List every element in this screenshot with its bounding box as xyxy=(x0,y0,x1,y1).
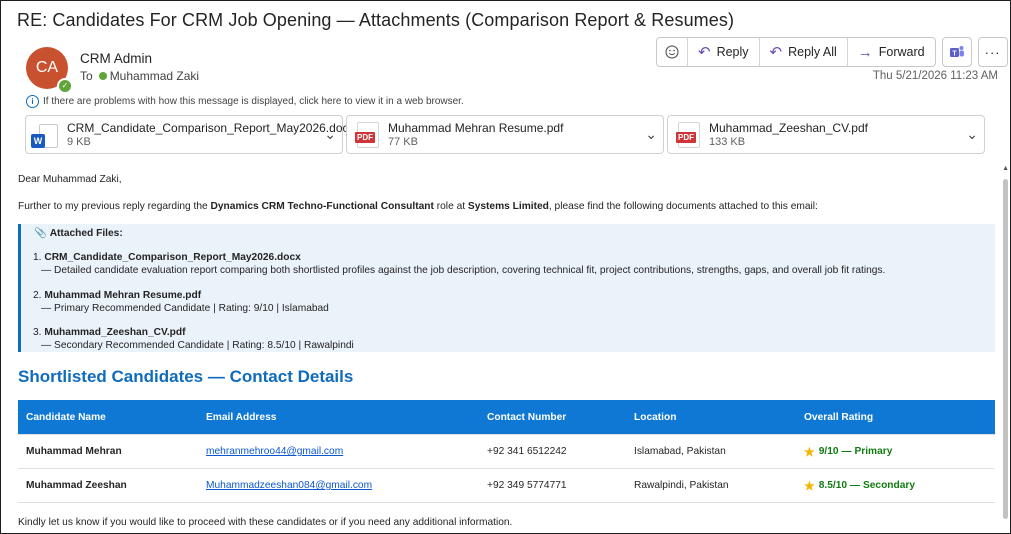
vertical-scrollbar[interactable] xyxy=(1003,179,1008,519)
more-icon: ··· xyxy=(984,44,1001,60)
reply-all-icon: ↶ xyxy=(769,43,783,61)
closing-paragraph: Kindly let us know if you would like to … xyxy=(18,517,513,528)
table-row: Muhammad Zeeshan Muhammadzeeshan084@gmai… xyxy=(18,468,995,503)
rating-cell: ★ 9/10 — Primary xyxy=(796,434,995,469)
info-icon: i xyxy=(26,95,39,108)
recipient-name[interactable]: Muhammad Zaki xyxy=(110,69,199,83)
chevron-down-icon[interactable]: ⌄ xyxy=(645,126,657,143)
emoji-react-button[interactable] xyxy=(657,38,688,66)
table-row: Muhammad Mehran mehranmehroo44@gmail.com… xyxy=(18,434,995,469)
table-header-row: Candidate Name Email Address Contact Num… xyxy=(18,400,995,435)
location-cell: Islamabad, Pakistan xyxy=(626,434,796,469)
forward-icon: → xyxy=(857,43,873,61)
reply-label: Reply xyxy=(716,45,749,59)
sender-name[interactable]: CRM Admin xyxy=(80,51,152,66)
sent-date: Thu 5/21/2026 11:23 AM xyxy=(872,70,998,82)
phone-cell: +92 341 6512242 xyxy=(479,434,626,469)
star-icon: ★ xyxy=(804,444,815,459)
attachment-size: 77 KB xyxy=(388,136,418,148)
column-header: Overall Rating xyxy=(796,400,995,435)
location-cell: Rawalpindi, Pakistan xyxy=(626,468,796,503)
svg-text:T: T xyxy=(952,50,957,57)
smiley-icon xyxy=(665,45,679,59)
pdf-icon: PDF xyxy=(676,122,700,148)
file-list-item: 2. Muhammad Mehran Resume.pdf — Primary … xyxy=(33,290,329,314)
to-label: To xyxy=(80,69,93,83)
to-line: To Muhammad Zaki xyxy=(80,69,199,83)
email-link[interactable]: mehranmehroo44@gmail.com xyxy=(206,446,343,457)
action-button-group: ↶ Reply ↶ Reply All → Forward xyxy=(656,37,936,67)
reply-all-label: Reply All xyxy=(788,45,837,59)
attachment-pdf-mehran[interactable]: PDF Muhammad Mehran Resume.pdf 77 KB ⌄ xyxy=(346,115,664,154)
intro-paragraph: Further to my previous reply regarding t… xyxy=(18,201,818,212)
message-toolbar: ↶ Reply ↶ Reply All → Forward T ··· xyxy=(656,37,1008,67)
teams-icon: T xyxy=(949,46,964,57)
recipient-presence-icon xyxy=(98,72,107,80)
column-header: Candidate Name xyxy=(18,400,198,435)
info-message[interactable]: If there are problems with how this mess… xyxy=(43,96,464,107)
email-cell: mehranmehroo44@gmail.com xyxy=(198,434,479,469)
rating-cell: ★ 8.5/10 — Secondary xyxy=(796,468,995,503)
star-icon: ★ xyxy=(804,478,815,493)
forward-label: Forward xyxy=(878,45,925,59)
attachment-size: 133 KB xyxy=(709,136,746,148)
pdf-icon: PDF xyxy=(355,122,379,148)
candidate-name: Muhammad Zeeshan xyxy=(18,468,198,503)
reply-icon: ↶ xyxy=(698,43,711,61)
attachment-name: CRM_Candidate_Comparison_Report_May2026.… xyxy=(67,121,355,135)
attachment-pdf-zeeshan[interactable]: PDF Muhammad_Zeeshan_CV.pdf 133 KB ⌄ xyxy=(667,115,985,154)
role-name: Dynamics CRM Techno-Functional Consultan… xyxy=(210,201,434,212)
candidate-name: Muhammad Mehran xyxy=(18,434,198,469)
attachment-name: Muhammad_Zeeshan_CV.pdf xyxy=(709,121,868,135)
file-list-item: 3. Muhammad_Zeeshan_CV.pdf — Secondary R… xyxy=(33,327,354,351)
presence-available-icon: ✓ xyxy=(57,78,73,94)
more-actions-button[interactable]: ··· xyxy=(977,37,1008,67)
email-cell: Muhammadzeeshan084@gmail.com xyxy=(198,468,479,503)
word-icon: W xyxy=(31,122,58,150)
attached-files-header: 📎 Attached Files: xyxy=(34,228,123,239)
info-bar[interactable]: i If there are problems with how this me… xyxy=(26,95,464,108)
reply-all-button[interactable]: ↶ Reply All xyxy=(760,38,848,66)
email-link[interactable]: Muhammadzeeshan084@gmail.com xyxy=(206,480,372,491)
file-list-item: 1. CRM_Candidate_Comparison_Report_May20… xyxy=(33,252,886,276)
chevron-down-icon[interactable]: ⌄ xyxy=(324,126,336,143)
reply-button[interactable]: ↶ Reply xyxy=(688,38,760,66)
email-subject: RE: Candidates For CRM Job Opening — Att… xyxy=(17,10,735,30)
scroll-up-icon[interactable]: ▲ xyxy=(1002,165,1009,172)
phone-cell: +92 349 5774771 xyxy=(479,468,626,503)
column-header: Email Address xyxy=(198,400,479,435)
candidates-table: Candidate Name Email Address Contact Num… xyxy=(18,400,995,503)
company-name: Systems Limited xyxy=(467,201,549,212)
column-header: Location xyxy=(626,400,796,435)
avatar-initials: CA xyxy=(35,59,59,76)
paperclip-icon: 📎 xyxy=(34,228,47,239)
attached-files-box: 📎 Attached Files: 1. CRM_Candidate_Compar… xyxy=(18,224,995,352)
chevron-down-icon[interactable]: ⌄ xyxy=(966,126,978,143)
greeting: Dear Muhammad Zaki, xyxy=(18,174,122,185)
attachment-size: 9 KB xyxy=(67,136,91,148)
attachment-name: Muhammad Mehran Resume.pdf xyxy=(388,121,564,135)
column-header: Contact Number xyxy=(479,400,626,435)
email-reading-pane: RE: Candidates For CRM Job Opening — Att… xyxy=(0,0,1011,534)
teams-button[interactable]: T xyxy=(941,37,972,67)
section-title: Shortlisted Candidates — Contact Details xyxy=(18,367,354,386)
attachment-docx[interactable]: W CRM_Candidate_Comparison_Report_May202… xyxy=(25,115,355,154)
forward-button[interactable]: → Forward xyxy=(848,38,935,66)
